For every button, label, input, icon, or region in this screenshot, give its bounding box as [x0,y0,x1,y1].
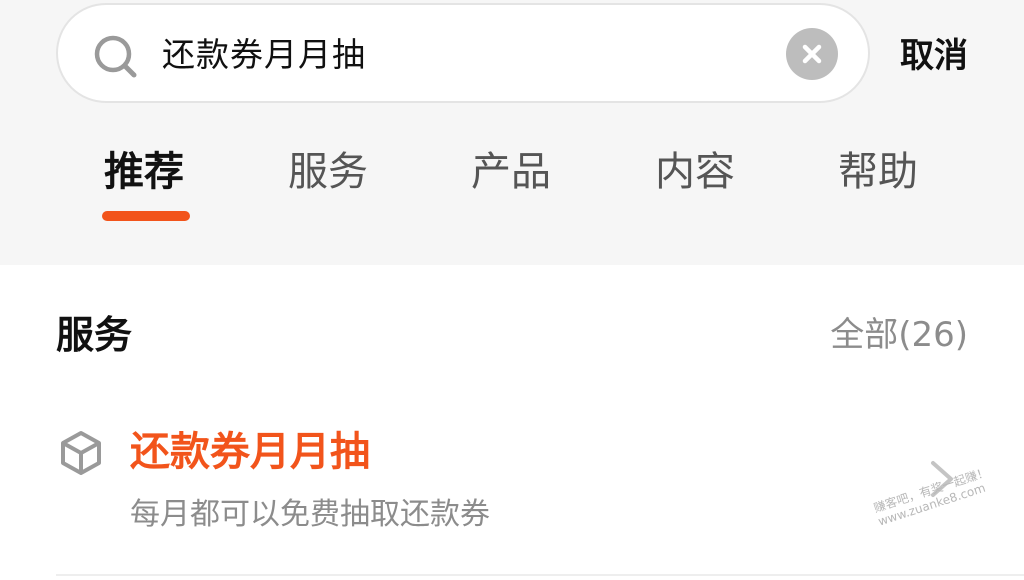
clear-search-button[interactable] [786,28,838,80]
service-description: 每月都可以免费抽取还款券 [130,497,490,532]
search-query-text[interactable]: 还款券月月抽 [162,33,366,77]
close-icon [802,44,822,64]
cube-icon [61,431,101,475]
search-results-page: 还款券月月抽 取消 推荐 服务 产品 内容 帮助 服务 全部(26) 还款券月月… [0,0,1024,580]
tab-content[interactable]: 内容 [655,146,735,198]
search-icon [94,35,137,78]
active-tab-indicator [102,211,190,221]
see-all-link[interactable]: 全部(26) [830,312,968,358]
tab-help[interactable]: 帮助 [838,146,918,198]
cancel-button[interactable]: 取消 [900,34,968,78]
service-title: 还款券月月抽 [130,429,370,475]
tab-recommended[interactable]: 推荐 [104,146,184,198]
tab-services[interactable]: 服务 [288,146,368,198]
search-input[interactable]: 还款券月月抽 [56,3,870,103]
divider [56,574,1024,576]
search-header-area: 还款券月月抽 取消 推荐 服务 产品 内容 帮助 [0,0,1024,265]
list-item[interactable]: 还款券月月抽 每月都可以免费抽取还款券 [0,400,1024,575]
section-title: 服务 [56,313,133,357]
tab-products[interactable]: 产品 [471,146,551,198]
